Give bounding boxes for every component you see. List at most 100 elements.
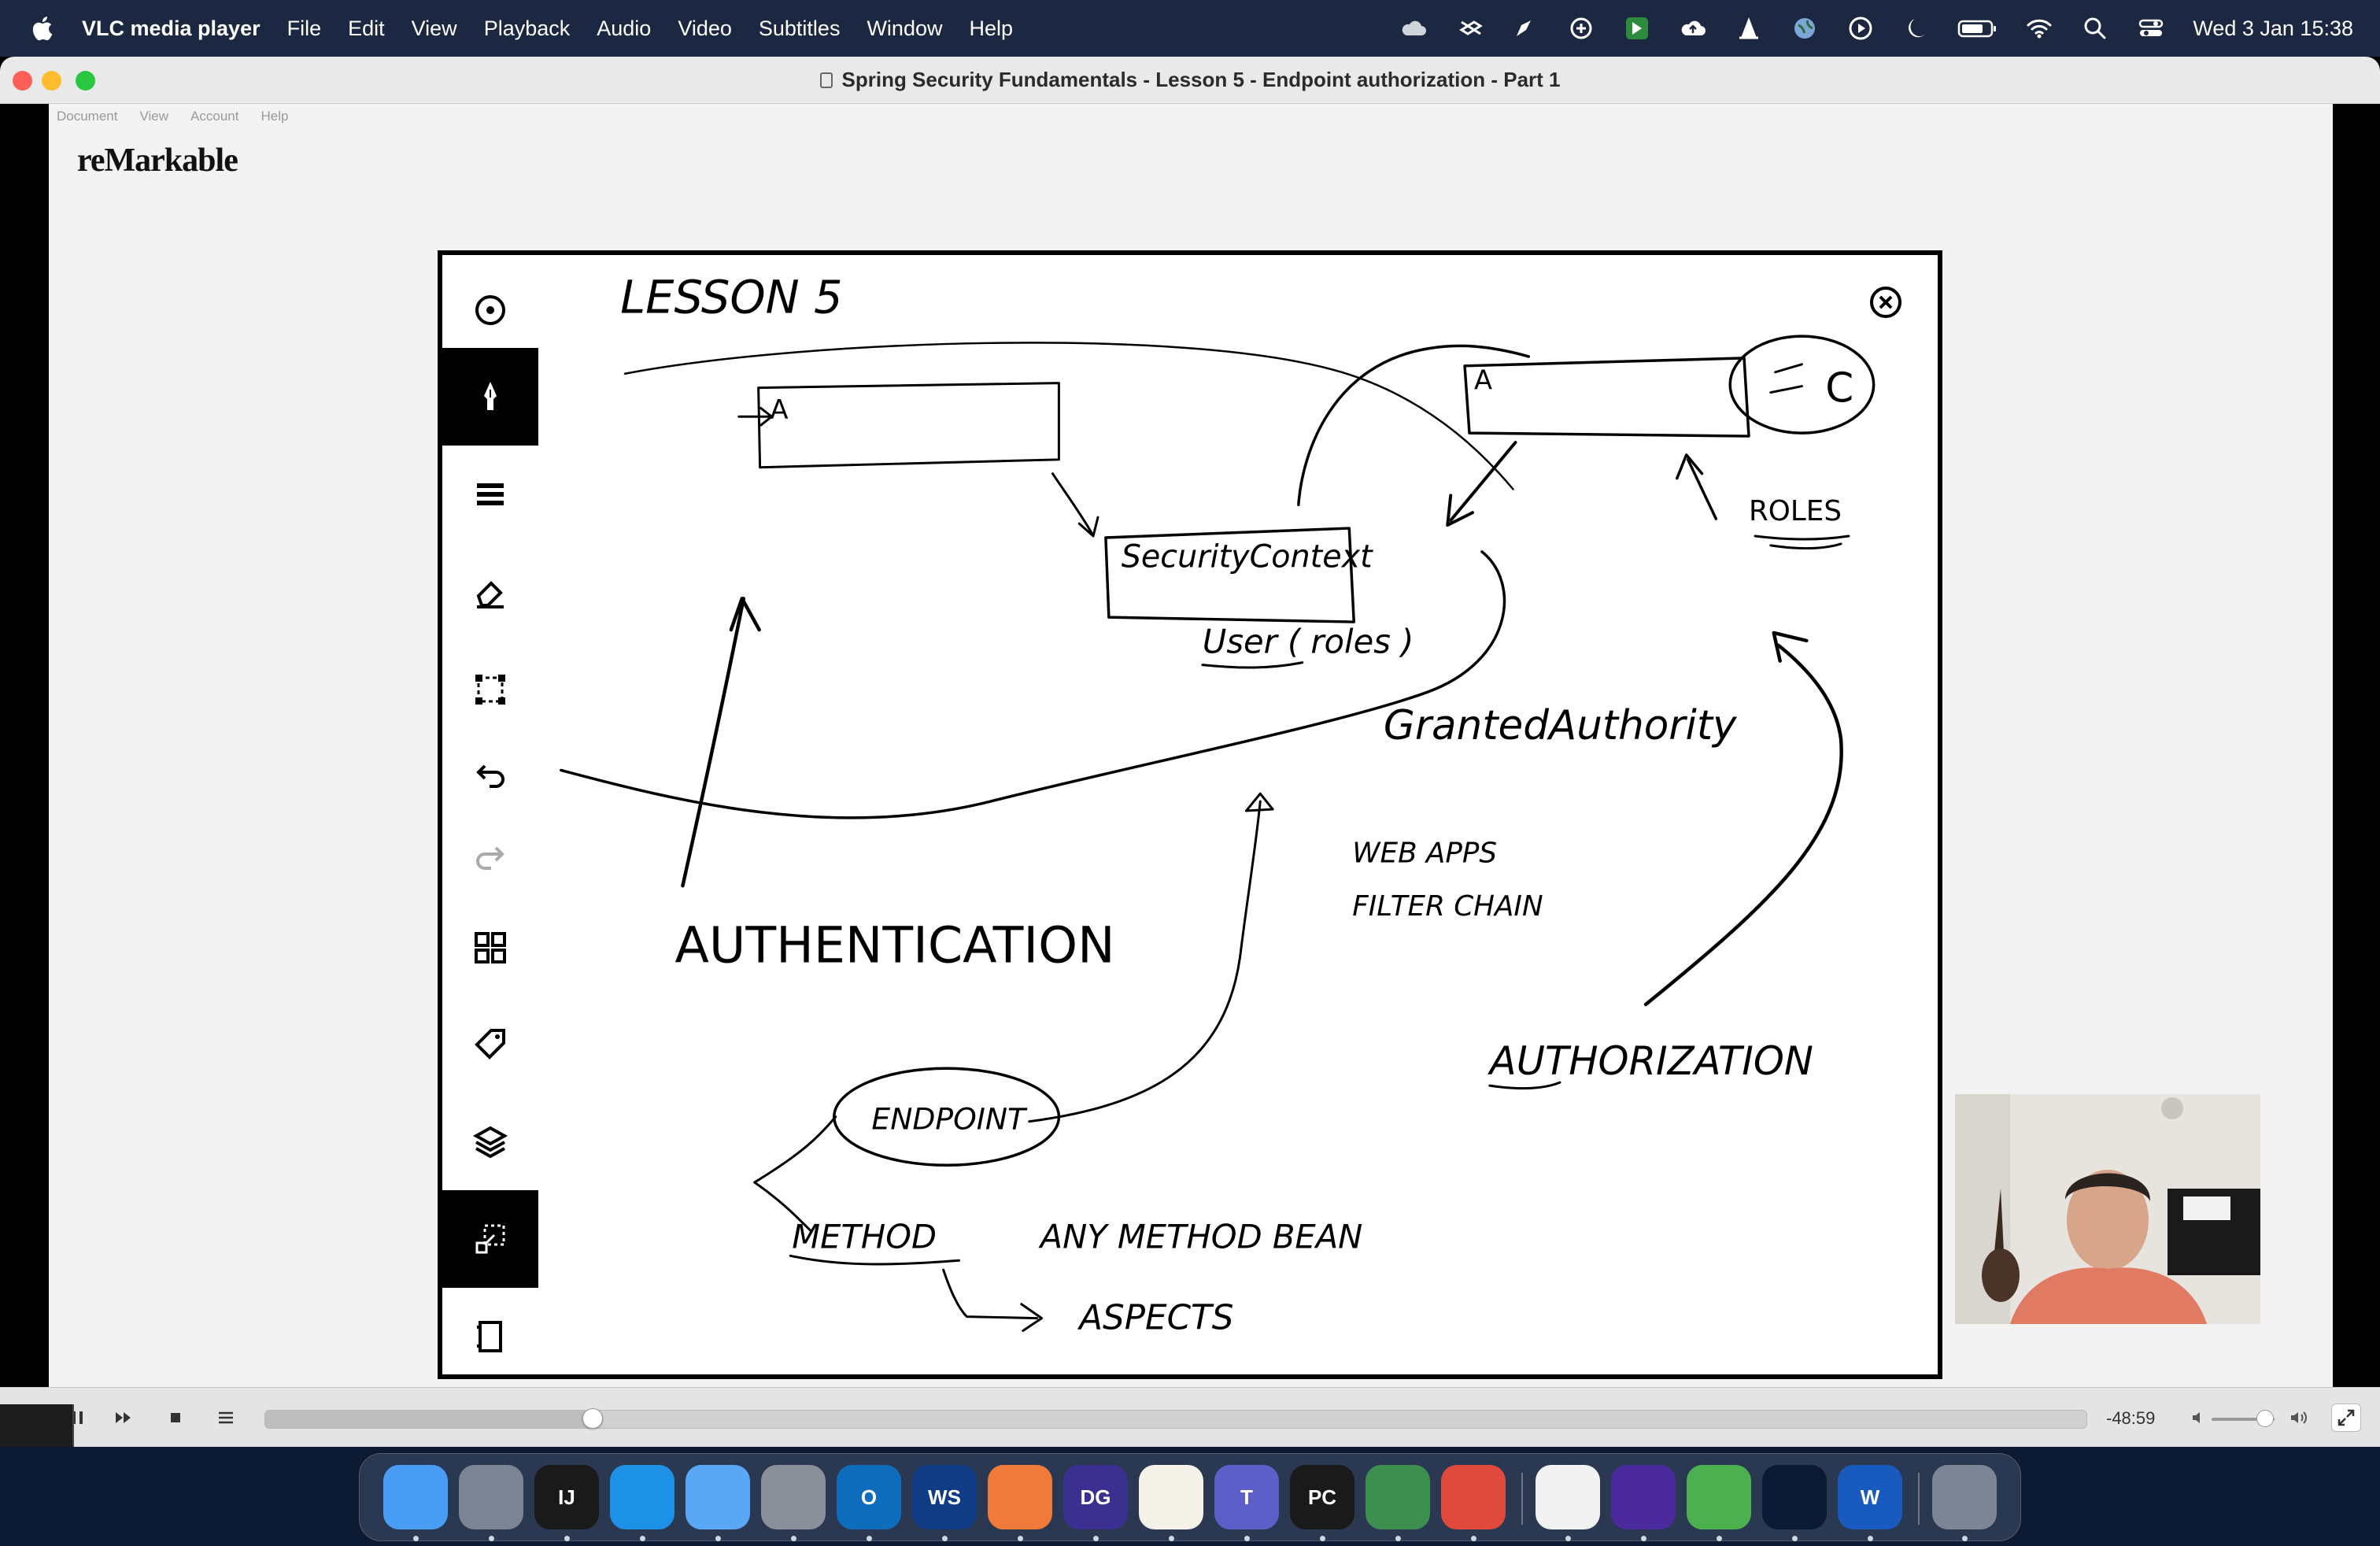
menu-help[interactable]: Help xyxy=(969,17,1013,41)
menu-file[interactable]: File xyxy=(287,17,322,41)
dock-separator xyxy=(1918,1473,1920,1525)
intellij-icon[interactable]: IJ xyxy=(534,1465,599,1529)
teams-icon[interactable]: T xyxy=(1214,1465,1279,1529)
dock: IJ O WS DG T PC W xyxy=(359,1453,2021,1541)
volume-high-icon[interactable] xyxy=(2284,1404,2314,1432)
fast-forward-button[interactable] xyxy=(109,1404,139,1432)
shield-icon[interactable] xyxy=(1566,13,1596,43)
rm-menu-help[interactable]: Help xyxy=(261,109,288,124)
remarkable-menubar: Document View Account Help xyxy=(49,104,2333,129)
finder-icon[interactable] xyxy=(383,1465,448,1529)
menu-playback[interactable]: Playback xyxy=(484,17,571,41)
menu-edit[interactable]: Edit xyxy=(348,17,385,41)
hw-web-apps: WEB APPS xyxy=(1352,837,1497,869)
volume-knob[interactable] xyxy=(2256,1410,2274,1427)
upload-cloud-icon[interactable] xyxy=(1678,13,1708,43)
notebook-canvas[interactable]: LESSON 5 A A SecurityContext User ( role… xyxy=(438,250,1942,1379)
document-icon xyxy=(819,72,833,88)
menu-subtitles[interactable]: Subtitles xyxy=(759,17,841,41)
window-title: Spring Security Fundamentals - Lesson 5 … xyxy=(0,68,2380,92)
seek-bar-fill xyxy=(265,1411,593,1428)
control-center-icon[interactable] xyxy=(2136,13,2166,43)
seek-bar[interactable] xyxy=(264,1410,2087,1429)
launchpad-icon[interactable] xyxy=(459,1465,523,1529)
pycharm-icon[interactable]: PC xyxy=(1290,1465,1354,1529)
playlist-button[interactable] xyxy=(211,1404,241,1432)
globe-icon[interactable] xyxy=(1790,13,1820,43)
wifi-icon[interactable] xyxy=(2024,13,2054,43)
volume-low-icon[interactable] xyxy=(2183,1404,2213,1432)
menu-window[interactable]: Window xyxy=(867,17,942,41)
dock-running-indicator xyxy=(1395,1536,1401,1541)
datagrip-icon[interactable]: DG xyxy=(1063,1465,1128,1529)
search-icon[interactable] xyxy=(2080,13,2110,43)
vlc-window: Spring Security Fundamentals - Lesson 5 … xyxy=(0,57,2380,1447)
chrome-icon[interactable] xyxy=(1536,1465,1600,1529)
app-icon[interactable] xyxy=(1622,13,1652,43)
dock-running-indicator xyxy=(1792,1536,1798,1541)
fullscreen-button[interactable] xyxy=(2331,1404,2361,1432)
seek-knob[interactable] xyxy=(582,1408,603,1429)
system-settings-icon[interactable] xyxy=(761,1465,826,1529)
dock-running-indicator xyxy=(564,1536,570,1541)
cloud-app-icon[interactable] xyxy=(1687,1465,1751,1529)
tasks-icon[interactable] xyxy=(1441,1465,1506,1529)
mail-icon[interactable] xyxy=(686,1465,750,1529)
stop-button[interactable] xyxy=(161,1404,190,1432)
rm-menu-account[interactable]: Account xyxy=(190,109,238,124)
cloud-icon[interactable] xyxy=(1399,13,1428,43)
menu-view[interactable]: View xyxy=(412,17,457,41)
webstorm-icon[interactable]: WS xyxy=(912,1465,977,1529)
hw-endpoint: ENDPOINT xyxy=(871,1102,1028,1137)
trash-icon[interactable] xyxy=(1932,1465,1997,1529)
dock-running-indicator xyxy=(1244,1536,1250,1541)
menu-audio[interactable]: Audio xyxy=(597,17,651,41)
dock-running-indicator xyxy=(715,1536,721,1541)
outlook-icon[interactable]: O xyxy=(837,1465,901,1529)
play-circle-icon[interactable] xyxy=(1846,13,1876,43)
dock-running-indicator xyxy=(1018,1536,1023,1541)
dock-running-indicator xyxy=(1471,1536,1476,1541)
dock-running-indicator xyxy=(1962,1536,1968,1541)
dock-running-indicator xyxy=(1717,1536,1722,1541)
dock-running-indicator xyxy=(1169,1536,1174,1541)
hw-user-roles: User ( roles ) xyxy=(1203,623,1414,661)
hw-circle-c: C xyxy=(1825,364,1853,412)
rm-menu-view[interactable]: View xyxy=(139,109,168,124)
dock-running-indicator xyxy=(489,1536,494,1541)
hw-any-method-bean: ANY METHOD BEAN xyxy=(1038,1217,1363,1256)
dock-running-indicator xyxy=(413,1536,419,1541)
dock-separator xyxy=(1521,1473,1523,1525)
dock-running-indicator xyxy=(1641,1536,1646,1541)
status-area: Wed 3 Jan 15:38 xyxy=(1373,0,2353,57)
rm-menu-document[interactable]: Document xyxy=(57,109,117,124)
moon-icon[interactable] xyxy=(1901,13,1931,43)
dock-running-indicator xyxy=(1320,1536,1325,1541)
player-controls: -48:59 xyxy=(0,1387,2380,1447)
notes-icon[interactable] xyxy=(1139,1465,1203,1529)
network-app-icon[interactable] xyxy=(1366,1465,1430,1529)
vlc-cone-icon[interactable] xyxy=(1734,13,1764,43)
presenter-video-icon xyxy=(1955,1094,2260,1324)
time-remaining[interactable]: -48:59 xyxy=(2106,1408,2155,1429)
menu-video[interactable]: Video xyxy=(678,17,732,41)
hw-box-a-right: A xyxy=(1474,365,1492,396)
hw-method: METHOD xyxy=(792,1217,937,1256)
menu-clock[interactable]: Wed 3 Jan 15:38 xyxy=(2193,17,2353,41)
pen-tool-icon[interactable] xyxy=(988,1465,1052,1529)
paint-icon[interactable] xyxy=(1510,13,1540,43)
battery-icon[interactable] xyxy=(1957,13,1998,43)
browser-purple-icon[interactable] xyxy=(1611,1465,1676,1529)
dropbox-icon[interactable] xyxy=(1454,13,1484,43)
dock-running-indicator xyxy=(791,1536,796,1541)
webcam-overlay xyxy=(1955,1094,2260,1324)
vlc-icon[interactable] xyxy=(1762,1465,1827,1529)
word-icon[interactable]: W xyxy=(1838,1465,1902,1529)
apple-icon[interactable] xyxy=(30,15,54,42)
hw-authentication: AUTHENTICATION xyxy=(675,915,1115,974)
menu-app-name[interactable]: VLC media player xyxy=(82,17,261,41)
title-bar[interactable]: Spring Security Fundamentals - Lesson 5 … xyxy=(0,57,2380,104)
docker-icon[interactable] xyxy=(610,1465,674,1529)
dock-area: IJ O WS DG T PC W xyxy=(0,1447,2380,1546)
dock-running-indicator xyxy=(1565,1536,1571,1541)
